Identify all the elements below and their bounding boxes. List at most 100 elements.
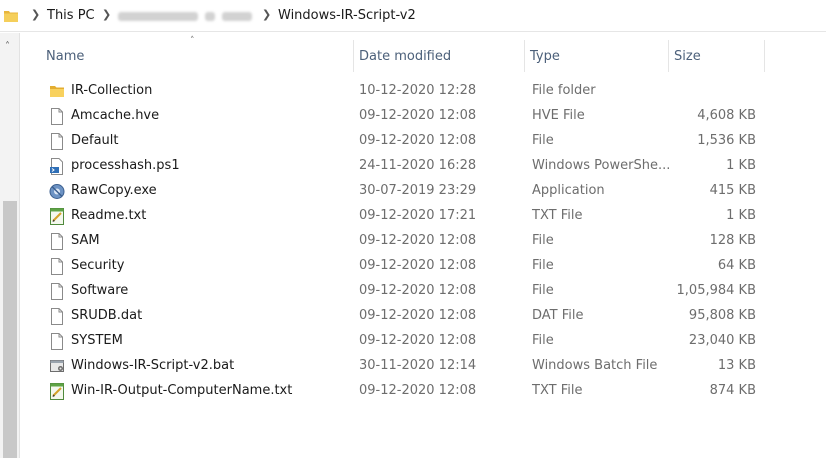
breadcrumb-this-pc[interactable]: This PC — [47, 8, 95, 23]
file-row[interactable]: Amcache.hve 09-12-2020 12:08 HVE File 4,… — [20, 104, 826, 129]
file-date: 30-11-2020 12:14 — [359, 358, 477, 373]
file-size: 415 KB — [709, 183, 756, 198]
batch-file-icon — [49, 358, 65, 375]
file-name: SYSTEM — [71, 333, 123, 348]
column-header-label: Type — [530, 49, 560, 64]
file-date: 09-12-2020 12:08 — [359, 258, 477, 273]
column-header-label: Date modified — [359, 49, 452, 64]
column-header-label: Size — [674, 49, 701, 64]
file-name: SRUDB.dat — [71, 308, 143, 323]
file-size: 874 KB — [709, 383, 756, 398]
folder-icon — [49, 83, 65, 100]
text-file-icon — [49, 383, 65, 400]
file-type: File — [532, 283, 554, 298]
file-date: 24-11-2020 16:28 — [359, 158, 477, 173]
file-size: 4,608 KB — [697, 108, 756, 123]
text-file-icon — [49, 208, 65, 225]
file-type: Windows Batch File — [532, 358, 658, 373]
file-row[interactable]: SYSTEM 09-12-2020 12:08 File 23,040 KB — [20, 329, 826, 354]
file-type: HVE File — [532, 108, 585, 123]
file-name: processhash.ps1 — [71, 158, 180, 173]
file-date: 09-12-2020 17:21 — [359, 208, 477, 223]
file-name: Readme.txt — [71, 208, 147, 223]
file-icon — [49, 108, 65, 125]
file-type: TXT File — [532, 208, 583, 223]
column-header-size[interactable]: Size — [669, 40, 765, 72]
file-size: 1 KB — [726, 208, 756, 223]
file-size: 13 KB — [717, 358, 756, 373]
chevron-right-icon[interactable]: ❯ — [262, 8, 271, 21]
chevron-right-icon[interactable]: ❯ — [102, 8, 111, 21]
file-row[interactable]: Windows-IR-Script-v2.bat 30-11-2020 12:1… — [20, 354, 826, 379]
file-type: Application — [532, 183, 605, 198]
file-name: Security — [71, 258, 125, 273]
column-header-name[interactable]: ˄ Name — [20, 36, 354, 72]
file-icon — [49, 258, 65, 275]
file-date: 10-12-2020 12:28 — [359, 83, 477, 98]
column-header-row: ˄ Name Date modified Type Size — [20, 36, 826, 72]
file-size: 1 KB — [726, 158, 756, 173]
file-row[interactable]: SAM 09-12-2020 12:08 File 128 KB — [20, 229, 826, 254]
folder-icon — [4, 11, 18, 22]
file-name: RawCopy.exe — [71, 183, 157, 198]
file-row[interactable]: Software 09-12-2020 12:08 File 1,05,984 … — [20, 279, 826, 304]
file-row[interactable]: RawCopy.exe 30-07-2019 23:29 Application… — [20, 179, 826, 204]
file-date: 09-12-2020 12:08 — [359, 283, 477, 298]
file-name: Default — [71, 133, 119, 148]
file-name: IR-Collection — [71, 83, 153, 98]
file-list: IR-Collection 10-12-2020 12:28 File fold… — [20, 79, 826, 404]
file-size: 1,05,984 KB — [676, 283, 756, 298]
file-size: 95,808 KB — [688, 308, 756, 323]
file-type: File — [532, 233, 554, 248]
file-date: 09-12-2020 12:08 — [359, 233, 477, 248]
column-divider[interactable] — [764, 40, 765, 72]
file-row[interactable]: Default 09-12-2020 12:08 File 1,536 KB — [20, 129, 826, 154]
file-type: File — [532, 133, 554, 148]
file-size: 64 KB — [717, 258, 756, 273]
file-row[interactable]: Readme.txt 09-12-2020 17:21 TXT File 1 K… — [20, 204, 826, 229]
breadcrumb-current-folder[interactable]: Windows-IR-Script-v2 — [278, 8, 416, 23]
file-name: SAM — [71, 233, 100, 248]
file-date: 09-12-2020 12:08 — [359, 383, 477, 398]
scroll-up-icon[interactable]: ˄ — [5, 41, 10, 52]
column-header-date-modified[interactable]: Date modified — [354, 40, 525, 72]
file-type: File folder — [532, 83, 596, 98]
navigation-pane-scrollbar[interactable]: ˄ — [0, 33, 20, 458]
file-row[interactable]: IR-Collection 10-12-2020 12:28 File fold… — [20, 79, 826, 104]
file-icon — [49, 283, 65, 300]
chevron-right-icon[interactable]: ❯ — [31, 8, 40, 21]
file-name: Windows-IR-Script-v2.bat — [71, 358, 235, 373]
address-bar[interactable]: ❯ This PC ❯ ❯ Windows-IR-Script-v2 — [0, 0, 826, 32]
redacted-breadcrumb[interactable] — [222, 12, 252, 21]
column-header-label: Name — [46, 49, 85, 64]
file-icon — [49, 333, 65, 350]
file-name: Win-IR-Output-ComputerName.txt — [71, 383, 293, 398]
file-type: File — [532, 258, 554, 273]
sort-ascending-icon: ˄ — [190, 36, 195, 46]
redacted-breadcrumb — [205, 12, 215, 21]
file-size: 23,040 KB — [688, 333, 756, 348]
application-icon — [49, 183, 65, 200]
file-size: 128 KB — [709, 233, 756, 248]
redacted-breadcrumb[interactable] — [118, 12, 198, 21]
file-date: 09-12-2020 12:08 — [359, 133, 477, 148]
file-row[interactable]: Win-IR-Output-ComputerName.txt 09-12-202… — [20, 379, 826, 404]
column-header-type[interactable]: Type — [525, 40, 669, 72]
file-date: 30-07-2019 23:29 — [359, 183, 477, 198]
file-type: Windows PowerShe... — [532, 158, 671, 173]
file-row[interactable]: SRUDB.dat 09-12-2020 12:08 DAT File 95,8… — [20, 304, 826, 329]
powershell-script-icon — [49, 158, 65, 175]
file-icon — [49, 133, 65, 150]
file-type: File — [532, 333, 554, 348]
file-date: 09-12-2020 12:08 — [359, 108, 477, 123]
file-name: Amcache.hve — [71, 108, 160, 123]
file-date: 09-12-2020 12:08 — [359, 308, 477, 323]
scrollbar-thumb[interactable] — [3, 201, 17, 458]
file-icon — [49, 233, 65, 250]
file-type: TXT File — [532, 383, 583, 398]
file-row[interactable]: Security 09-12-2020 12:08 File 64 KB — [20, 254, 826, 279]
file-size: 1,536 KB — [697, 133, 756, 148]
file-name: Software — [71, 283, 129, 298]
file-date: 09-12-2020 12:08 — [359, 333, 477, 348]
file-row[interactable]: processhash.ps1 24-11-2020 16:28 Windows… — [20, 154, 826, 179]
